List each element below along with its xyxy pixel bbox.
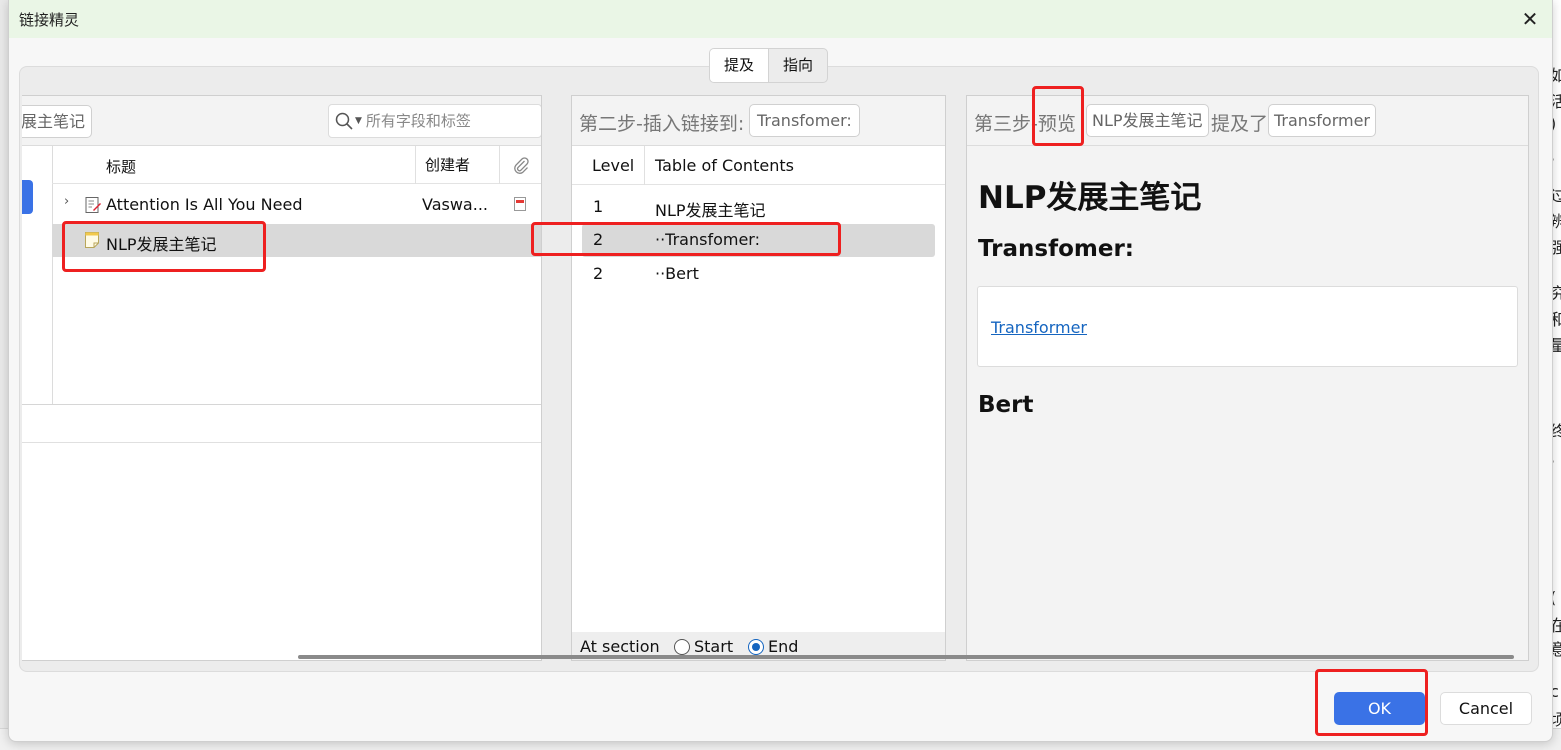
toc-row[interactable]: 2 ··Transfomer: (582, 224, 935, 257)
toc-pane-header: 第二步-插入链接到: Transfomer: (572, 96, 945, 146)
toc-row[interactable]: 1 NLP发展主笔记 (582, 191, 935, 224)
item-title: Attention Is All You Need (106, 195, 303, 214)
preview-heading-3: Bert (978, 392, 1034, 418)
insert-target-pill[interactable]: Transfomer: (749, 104, 860, 137)
source-note-pill[interactable]: NLP发展主笔记 (1086, 104, 1209, 137)
toc-heading: ··Transfomer: (655, 230, 760, 249)
left-gutter-divider (52, 146, 53, 404)
item-list-pane: 展主笔记 ▼ 标题 创建者 › Attention Is All You Nee… (22, 95, 542, 661)
preview-pane-header: 第三步-预览 NLP发展主笔记 提及了 Transformer (967, 96, 1528, 146)
horizontal-scrollbar[interactable] (298, 655, 1514, 659)
dialog-titlebar: 链接精灵 ✕ (9, 0, 1552, 38)
toc-row[interactable]: 2 ··Bert (582, 258, 935, 291)
end-radio[interactable] (748, 639, 764, 655)
collection-breadcrumb[interactable]: 展主笔记 (22, 105, 93, 138)
mentioned-label: 提及了 (1211, 113, 1269, 135)
step-two-label: 第二步-插入链接到: (579, 113, 745, 135)
dialog-title: 链接精灵 (19, 11, 80, 29)
column-title-header[interactable]: 标题 (106, 156, 136, 177)
search-input[interactable] (365, 112, 516, 130)
expand-chevron-icon[interactable]: › (64, 194, 69, 209)
toc-heading: ··Bert (655, 264, 699, 283)
chevron-down-icon[interactable]: ▼ (355, 116, 362, 126)
start-radio-label[interactable]: Start (694, 637, 733, 656)
paperclip-icon (514, 157, 529, 174)
item-list-header: 展主笔记 ▼ (22, 96, 541, 146)
toc-level: 2 (593, 230, 604, 249)
preview-link[interactable]: Transformer (991, 318, 1087, 337)
toc-level: 1 (593, 197, 604, 216)
divider (22, 442, 541, 443)
side-pane-toggle[interactable] (22, 180, 33, 214)
search-box[interactable]: ▼ (328, 104, 541, 138)
end-radio-label[interactable]: End (768, 637, 798, 656)
mode-tabs: 提及 指向 (709, 48, 829, 83)
close-icon[interactable]: ✕ (1518, 7, 1542, 31)
start-radio[interactable] (674, 639, 690, 655)
toc-column-header: Level Table of Contents (572, 146, 945, 185)
cancel-button[interactable]: Cancel (1440, 692, 1532, 725)
search-icon (335, 112, 353, 130)
table-row[interactable]: › Attention Is All You Need Vaswa... (52, 190, 541, 220)
column-level-header: Level (592, 156, 635, 175)
table-row[interactable]: NLP发展主笔记 (52, 224, 541, 257)
item-creator: Vaswa... (422, 195, 488, 214)
toc-pane: 第二步-插入链接到: Transfomer: Level Table of Co… (571, 95, 946, 661)
document-edit-icon (85, 197, 101, 213)
note-icon (85, 232, 99, 248)
preview-heading-2: Transfomer: (978, 236, 1135, 262)
preview-link-card: Transformer (977, 286, 1518, 367)
tab-points-to[interactable]: 指向 (769, 49, 827, 82)
column-attachment-header[interactable] (499, 146, 541, 184)
divider (22, 404, 541, 405)
at-section-label: At section (580, 637, 660, 656)
toc-heading: NLP发展主笔记 (655, 201, 766, 220)
step-three-label: 第三步-预览 (974, 113, 1076, 135)
ok-button[interactable]: OK (1334, 692, 1425, 725)
column-toc-header: Table of Contents (644, 146, 794, 185)
item-column-header: 标题 创建者 (52, 146, 541, 184)
item-title: NLP发展主笔记 (106, 235, 217, 254)
toc-level: 2 (593, 264, 604, 283)
preview-pane: 第三步-预览 NLP发展主笔记 提及了 Transformer NLP发展主笔记… (966, 95, 1529, 661)
target-item-pill[interactable]: Transformer (1268, 104, 1377, 137)
pdf-icon[interactable] (512, 196, 528, 212)
tab-mentions[interactable]: 提及 (710, 49, 770, 82)
column-creator-header[interactable]: 创建者 (415, 146, 499, 184)
preview-heading-1: NLP发展主笔记 (978, 180, 1202, 216)
